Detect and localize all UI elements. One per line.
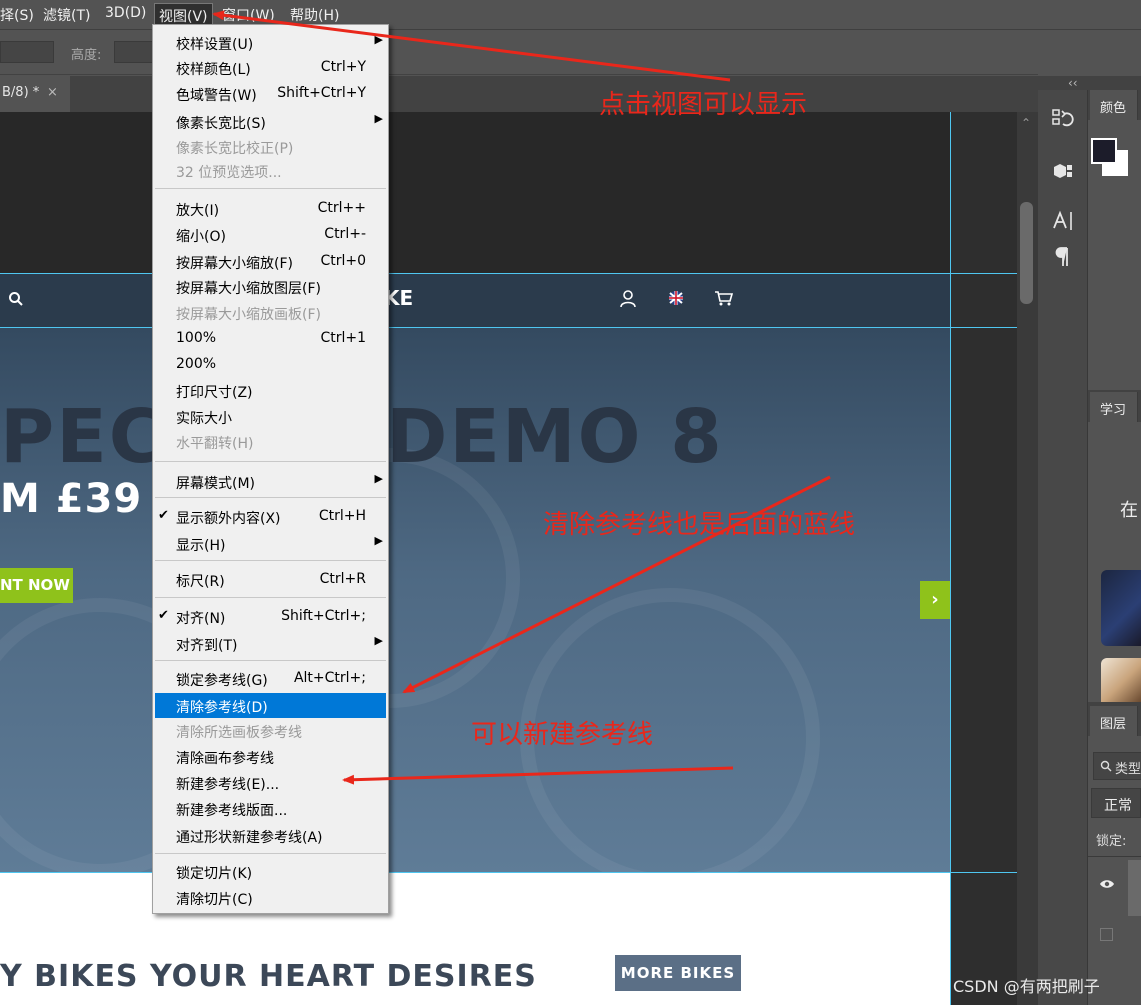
annotation-view-hint: 点击视图可以显示 [599,90,808,120]
annotation-arrow-view [212,10,731,82]
watermark: CSDN @有两把刷子 [953,977,1100,996]
annotation-new-hint: 可以新建参考线 [471,720,654,750]
annotation-arrows [212,10,831,785]
annotation-clear-hint: 清除参考线也是后面的蓝线 [543,510,856,540]
annotation-arrow-new [342,766,734,785]
